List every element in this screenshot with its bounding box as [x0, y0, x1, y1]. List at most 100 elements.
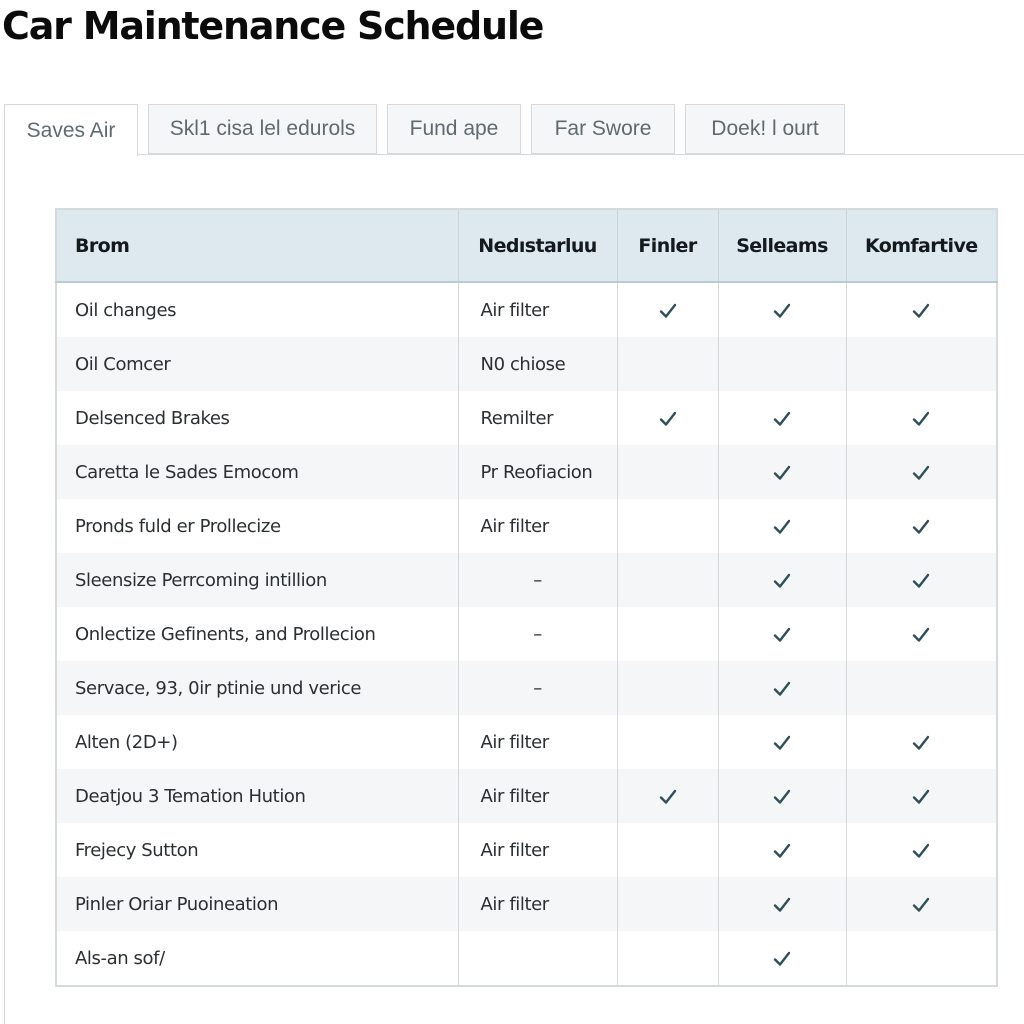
cell-note: Remilter [458, 391, 618, 445]
table-row[interactable]: Deatjou 3 Temation Hution Air filter [56, 769, 998, 823]
check-icon [773, 573, 791, 589]
check-icon [773, 303, 791, 319]
tab-1[interactable]: Saves Air [4, 104, 138, 156]
cell-check-1 [617, 499, 719, 553]
cell-check-1 [617, 282, 719, 337]
cell-check-3 [846, 553, 998, 607]
table-row[interactable]: Servace, 93, 0ir ptinie und verice – [56, 661, 998, 715]
check-icon [659, 303, 677, 319]
table-row[interactable]: Delsenced Brakes Remilter [56, 391, 998, 445]
cell-check-2 [718, 282, 847, 337]
check-icon [773, 843, 791, 859]
cell-note: Air filter [458, 769, 618, 823]
cell-item: Caretta le Sades Emocom [56, 445, 459, 499]
cell-note: – [458, 553, 618, 607]
column-header-check-2[interactable]: Selleams [718, 209, 847, 283]
check-icon [773, 411, 791, 427]
check-icon [773, 681, 791, 697]
table-row[interactable]: Onlectize Gefinents, and Prollecion – [56, 607, 998, 661]
cell-check-1 [617, 337, 719, 391]
tab-bar: Saves Air Skl1 cisa lel edurols Fund ape Fa… [4, 104, 1024, 156]
tab-4[interactable]: Far Swore [531, 104, 675, 154]
cell-check-1 [617, 553, 719, 607]
column-header-note[interactable]: Nedıstarluu [458, 209, 618, 283]
column-header-check-3[interactable]: Komfartive [846, 209, 998, 283]
page-title: Car Maintenance Schedule [2, 4, 544, 48]
cell-item: Deatjou 3 Temation Hution [56, 769, 459, 823]
cell-item: Oil changes [56, 282, 459, 337]
cell-check-3 [846, 715, 998, 769]
check-icon [912, 465, 930, 481]
table-row[interactable]: Pronds fuld er Prollecize Air filter [56, 499, 998, 553]
cell-check-3 [846, 607, 998, 661]
tab-2[interactable]: Skl1 cisa lel edurols [148, 104, 377, 154]
cell-note: Air filter [458, 877, 618, 931]
cell-check-2 [718, 823, 847, 877]
table-row[interactable]: Sleensize Perrcoming intillion – [56, 553, 998, 607]
cell-check-2 [718, 391, 847, 445]
table-row[interactable]: Alten (2D+) Air filter [56, 715, 998, 769]
cell-check-3 [846, 499, 998, 553]
tab-label: Fund ape [409, 117, 499, 140]
cell-item: Oil Comcer [56, 337, 459, 391]
cell-check-2 [718, 553, 847, 607]
table-row[interactable]: Als-an sof/ [56, 931, 998, 986]
cell-check-2 [718, 445, 847, 499]
table-row[interactable]: Caretta le Sades Emocom Pr Reofiacion [56, 445, 998, 499]
table-header-row: Brom Nedıstarluu Finler Selleams Komfart… [56, 209, 998, 283]
table-row[interactable]: Oil Comcer N0 chiose [56, 337, 998, 391]
cell-note: Pr Reofiacion [458, 445, 618, 499]
check-icon [773, 627, 791, 643]
cell-item: Servace, 93, 0ir ptinie und verice [56, 661, 459, 715]
tab-label: Skl1 cisa lel edurols [169, 117, 356, 140]
check-icon [773, 897, 791, 913]
cell-note: Air filter [458, 823, 618, 877]
check-icon [773, 951, 791, 967]
cell-check-3 [846, 445, 998, 499]
tab-3[interactable]: Fund ape [387, 104, 521, 154]
check-icon [773, 735, 791, 751]
table-body: Oil changes Air filter Oil Comcer N0 chiose… [56, 282, 998, 986]
cell-check-3 [846, 337, 998, 391]
column-header-check-1[interactable]: Finler [617, 209, 719, 283]
table-row[interactable]: Frejecy Sutton Air filter [56, 823, 998, 877]
cell-check-1 [617, 823, 719, 877]
cell-check-1 [617, 877, 719, 931]
check-icon [659, 789, 677, 805]
cell-note: Air filter [458, 499, 618, 553]
cell-item: Pinler Oriar Puoineation [56, 877, 459, 931]
cell-check-2 [718, 715, 847, 769]
table-row[interactable]: Pinler Oriar Puoineation Air filter [56, 877, 998, 931]
cell-note: N0 chiose [458, 337, 618, 391]
cell-check-2 [718, 607, 847, 661]
cell-item: Onlectize Gefinents, and Prollecion [56, 607, 459, 661]
cell-note: Air filter [458, 715, 618, 769]
cell-note [458, 931, 618, 986]
tab-5[interactable]: Doek! l ourt [685, 104, 845, 154]
cell-check-1 [617, 391, 719, 445]
cell-item: Als-an sof/ [56, 931, 459, 986]
cell-check-1 [617, 607, 719, 661]
cell-check-3 [846, 931, 998, 986]
cell-check-2 [718, 661, 847, 715]
cell-item: Sleensize Perrcoming intillion [56, 553, 459, 607]
check-icon [773, 519, 791, 535]
cell-check-2 [718, 499, 847, 553]
column-header-item[interactable]: Brom [56, 209, 459, 283]
cell-item: Delsenced Brakes [56, 391, 459, 445]
maintenance-table: Brom Nedıstarluu Finler Selleams Komfart… [55, 208, 998, 987]
cell-item: Alten (2D+) [56, 715, 459, 769]
tab-divider [138, 154, 1024, 155]
cell-item: Frejecy Sutton [56, 823, 459, 877]
cell-check-3 [846, 877, 998, 931]
cell-check-1 [617, 715, 719, 769]
table-row[interactable]: Oil changes Air filter [56, 282, 998, 337]
check-icon [912, 735, 930, 751]
cell-note: Air filter [458, 282, 618, 337]
tab-label: Saves Air [26, 118, 116, 142]
cell-check-1 [617, 769, 719, 823]
cell-note: – [458, 607, 618, 661]
cell-check-1 [617, 931, 719, 986]
cell-check-3 [846, 823, 998, 877]
check-icon [773, 789, 791, 805]
